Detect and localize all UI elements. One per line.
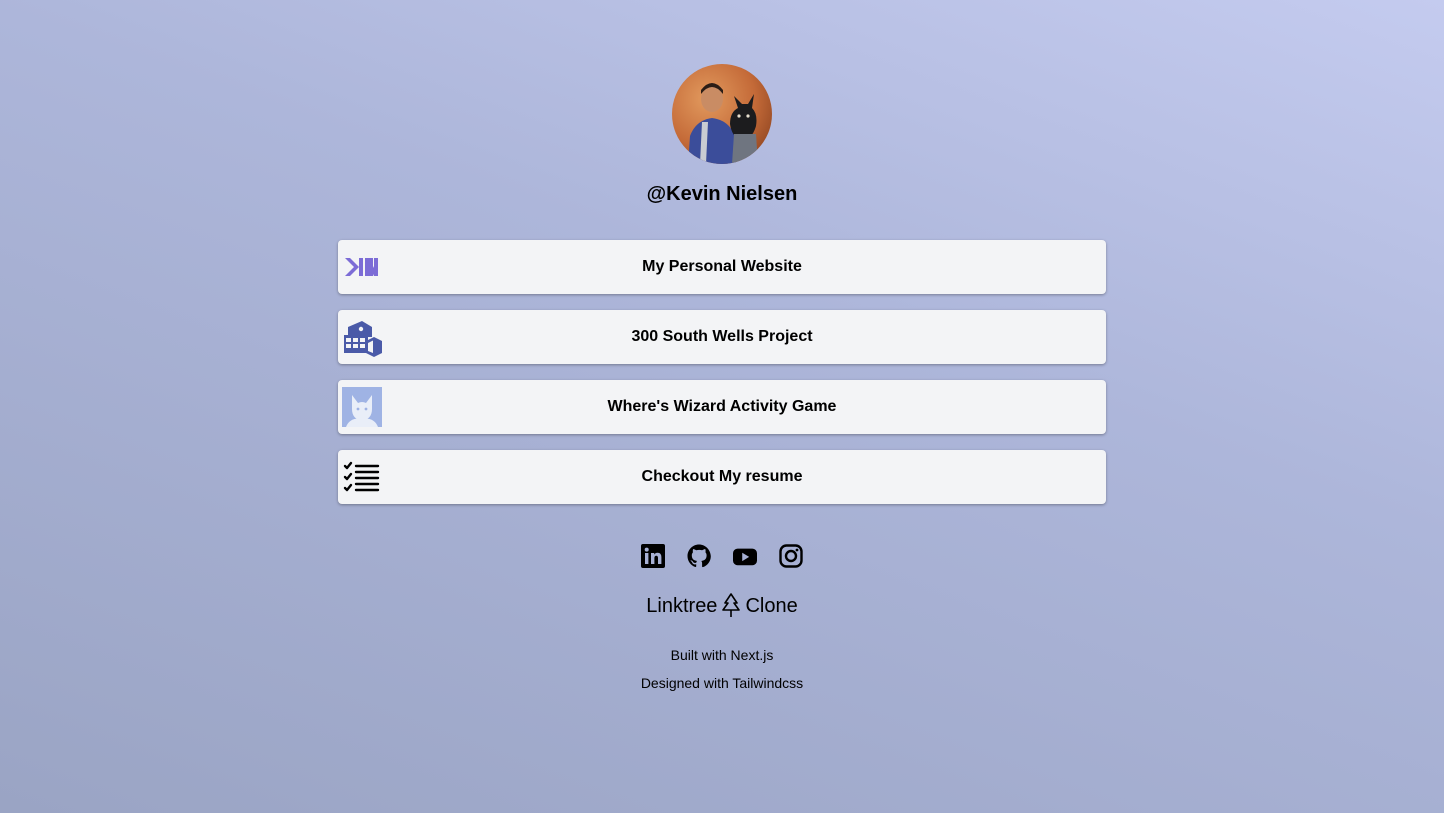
linkedin-icon[interactable]	[641, 543, 665, 569]
link-resume[interactable]: Checkout My resume	[338, 450, 1106, 504]
link-label: My Personal Website	[642, 258, 802, 275]
link-label: 300 South Wells Project	[631, 328, 813, 345]
linktree-page: @Kevin Nielsen My Personal Website 300 S…	[0, 0, 1444, 813]
github-icon[interactable]	[687, 543, 711, 569]
link-wheres-wizard[interactable]: Where's Wizard Activity Game	[338, 380, 1106, 434]
social-links	[0, 543, 1444, 569]
link-personal-website[interactable]: My Personal Website	[338, 240, 1106, 294]
brand-left: Linktree	[646, 595, 718, 617]
profile-handle: @Kevin Nielsen	[646, 183, 798, 205]
brand-title: Linktree Clone	[0, 593, 1444, 619]
brand-right: Clone	[745, 595, 798, 617]
link-label: Checkout My resume	[641, 468, 803, 485]
instagram-icon[interactable]	[779, 543, 803, 569]
tree-icon	[721, 593, 741, 619]
built-with-text: Built with Next.js	[670, 647, 774, 663]
profile-photo	[672, 64, 772, 164]
avatar	[672, 64, 772, 164]
youtube-icon[interactable]	[733, 543, 757, 569]
link-label: Where's Wizard Activity Game	[607, 398, 837, 415]
link-300-south-wells[interactable]: 300 South Wells Project	[338, 310, 1106, 364]
designed-with-text: Designed with Tailwindcss	[640, 675, 804, 691]
